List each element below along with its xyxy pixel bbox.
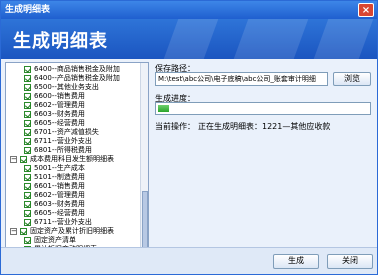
- checkbox[interactable]: [24, 147, 31, 154]
- tree-item-label: 成本费用科目发生额明细表: [30, 155, 114, 163]
- tree-item-label: 6600--销售费用: [34, 92, 85, 100]
- banner-decoration: [233, 19, 309, 59]
- collapse-icon[interactable]: −: [10, 156, 17, 163]
- checkbox[interactable]: [24, 84, 31, 91]
- checkbox[interactable]: [24, 174, 31, 181]
- checkbox[interactable]: [24, 75, 31, 82]
- close-icon[interactable]: ×: [358, 3, 374, 17]
- tree-item-label: 5001--生产成本: [34, 164, 85, 172]
- checkbox[interactable]: [24, 192, 31, 199]
- tree-item-label: 6500--其他业务支出: [34, 83, 99, 91]
- checkbox[interactable]: [24, 66, 31, 73]
- tree-item-label: 6603--财务费用: [34, 200, 85, 208]
- checkbox[interactable]: [24, 102, 31, 109]
- tree-scrollbar-thumb[interactable]: [142, 191, 148, 251]
- checkbox[interactable]: [24, 183, 31, 190]
- checkbox[interactable]: [20, 228, 27, 235]
- tree-item-label: 6701--资产减值损失: [34, 128, 99, 136]
- status-value: 正在生成明细表：1221—其他应收款: [198, 122, 331, 131]
- checkbox[interactable]: [24, 237, 31, 244]
- tree-item-label: 6602--管理费用: [34, 101, 85, 109]
- report-tree[interactable]: 应付职工薪酬−其他明细表累计折旧变动明细表固定资产清单−固定资产及累计折旧明细表…: [5, 62, 149, 270]
- checkbox[interactable]: [24, 210, 31, 217]
- save-path-input[interactable]: M:\test\abc公司\电子底稿\abc公司_账套审计明细: [155, 72, 328, 86]
- tree-item-label: 6601--销售费用: [34, 182, 85, 190]
- checkbox[interactable]: [24, 129, 31, 136]
- banner-decoration: [313, 19, 374, 59]
- footer-bar: 生成 关闭: [1, 247, 377, 274]
- banner-decoration: [163, 19, 219, 59]
- progress-fill: [158, 105, 169, 112]
- checkbox[interactable]: [24, 111, 31, 118]
- tree-item-label: 固定资产及累计折旧明细表: [30, 227, 114, 235]
- window-title: 生成明细表: [5, 5, 51, 15]
- status-label: 当前操作：: [155, 122, 195, 131]
- tree-item-label: 6711--营业外支出: [34, 137, 92, 145]
- banner-title: 生成明细表: [13, 31, 108, 52]
- checkbox[interactable]: [24, 138, 31, 145]
- tree-item-label: 6602--管理费用: [34, 191, 85, 199]
- tree-item-label: 6711--营业外支出: [34, 218, 92, 226]
- checkbox[interactable]: [24, 201, 31, 208]
- checkbox[interactable]: [24, 93, 31, 100]
- checkbox[interactable]: [24, 165, 31, 172]
- browse-button[interactable]: 浏览: [333, 72, 371, 86]
- tree-item-label: 6801--所得税费用: [34, 146, 92, 154]
- tree-item-label: 6400--产品销售税金及附加: [34, 74, 120, 82]
- tree-item-label: 6603--财务费用: [34, 110, 85, 118]
- tree-item-label: 6605--经营费用: [34, 119, 85, 127]
- tree-item-label: 6400--商品销售税金及附加: [34, 65, 120, 73]
- tree-scrollbar[interactable]: [140, 63, 148, 269]
- tree-item-label: 6605--经营费用: [34, 209, 85, 217]
- title-bar: 生成明细表 ×: [1, 1, 377, 19]
- dialog-window: 生成明细表 × 生成明细表 应付职工薪酬−其他明细表累计折旧变动明细表固定资产清…: [0, 0, 378, 275]
- tree-item-label: 5101--制造费用: [34, 173, 85, 181]
- header-banner: 生成明细表: [1, 19, 377, 59]
- collapse-icon[interactable]: −: [10, 228, 17, 235]
- checkbox[interactable]: [24, 219, 31, 226]
- generate-button[interactable]: 生成: [273, 254, 319, 269]
- progress-bar: [155, 102, 371, 115]
- checkbox[interactable]: [24, 120, 31, 127]
- close-button[interactable]: 关闭: [327, 254, 373, 269]
- tree-item-label: 固定资产清单: [34, 236, 76, 244]
- checkbox[interactable]: [20, 156, 27, 163]
